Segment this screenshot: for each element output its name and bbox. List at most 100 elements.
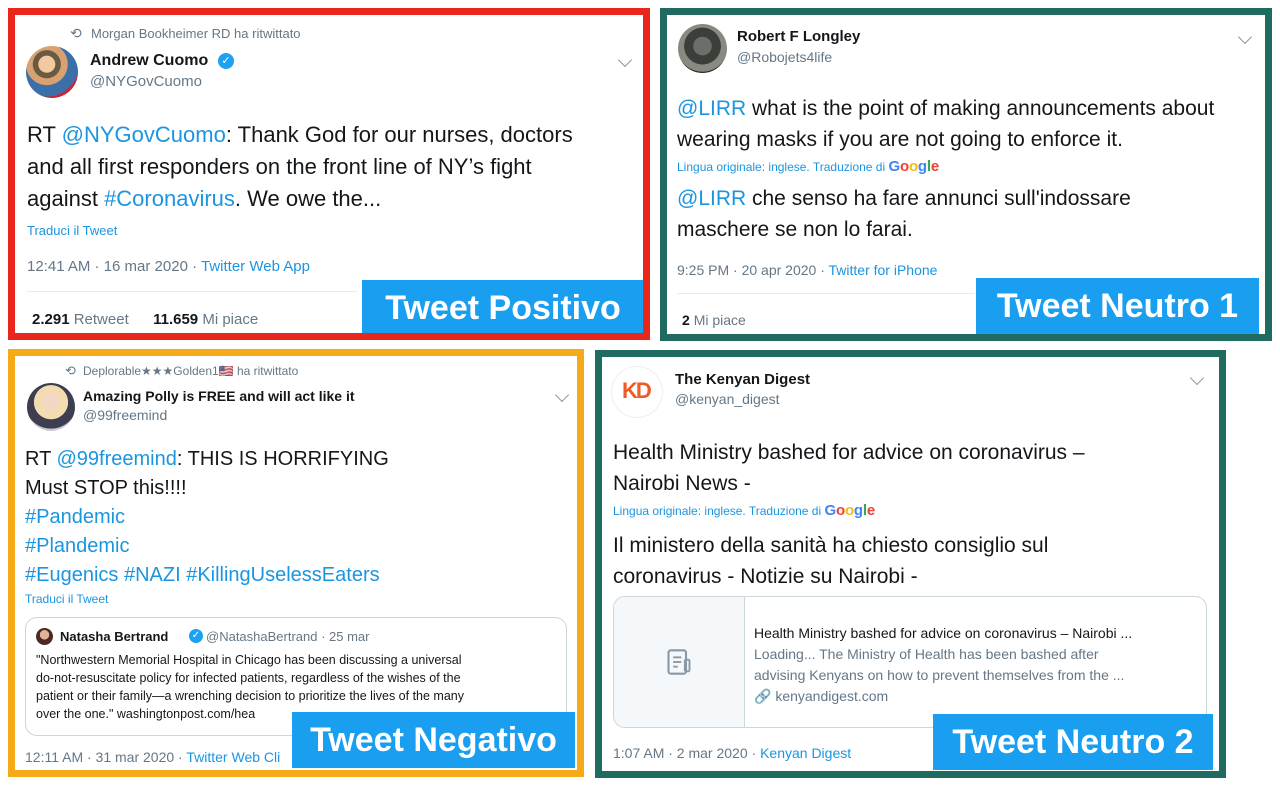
tweet-text: RT @NYGovCuomo: Thank God for our nurses… [27,119,573,215]
mention-link[interactable]: @LIRR [677,97,746,120]
retweet-icon: ⟲ [70,25,82,41]
author-handle[interactable]: @NYGovCuomo [90,73,202,90]
text-part: : Thank God for our nurses, doctors [225,122,573,147]
translated-text: @LIRR che senso ha fare annunci sull'ind… [677,183,1131,245]
link-card-description: Loading... The Ministry of Health has be… [754,646,1099,662]
likes-count[interactable]: 2 [682,312,690,328]
divider [27,291,357,292]
tweet-panel-positive: ⟲ Morgan Bookheimer RD ha ritwittato And… [8,8,650,340]
tweet-meta: 9:25 PM · 20 apr 2020 · Twitter for iPho… [677,262,937,278]
link-card-title: Health Ministry bashed for advice on cor… [754,625,1133,641]
chevron-down-icon[interactable] [1189,370,1205,386]
category-label: Tweet Neutro 1 [976,278,1259,334]
rt-prefix: RT [27,122,62,147]
quoted-author-name: Natasha Bertrand [60,629,169,644]
source-link[interactable]: Kenyan Digest [760,745,851,761]
quoted-avatar [36,628,53,645]
author-handle[interactable]: @Robojets4life [737,49,832,65]
source-link[interactable]: Twitter for iPhone [829,262,938,278]
source-link[interactable]: Twitter Web Cli [186,749,280,765]
category-label: Tweet Neutro 2 [933,714,1213,770]
author-handle[interactable]: @kenyan_digest [675,391,780,407]
hashtag-link[interactable]: #Pandemic [25,503,389,532]
original-language-text[interactable]: Lingua originale: inglese. Traduzione di [677,160,885,174]
tweet-text: RT @99freemind: THIS IS HORRIFYING Must … [25,445,389,590]
logo-text: KD [622,378,652,403]
avatar[interactable]: KD [611,366,663,418]
tweet-meta: 12:41 AM · 16 mar 2020 · Twitter Web App [27,258,310,275]
link-card[interactable]: Health Ministry bashed for advice on cor… [613,596,1207,728]
likes-label[interactable]: Mi piace [694,312,746,328]
mention-link[interactable]: @LIRR [677,187,746,210]
link-card-description: advising Kenyans on how to prevent thems… [754,667,1125,683]
text-line: Il ministero della sanità ha chiesto con… [613,534,1049,557]
text-part: what is the point of making announcement… [746,97,1215,120]
link-card-thumb [614,597,745,727]
translate-link[interactable]: Traduci il Tweet [25,592,108,606]
translation-notice: Lingua originale: inglese. Traduzione di… [677,159,939,175]
verified-badge-icon: ✓ [189,629,203,643]
text-line: Nairobi News - [613,472,751,495]
author-name[interactable]: Amazing Polly is FREE and will act like … [83,388,355,404]
hashtag-link[interactable]: #Coronavirus [104,186,235,211]
document-icon [667,649,691,675]
text-line: Must STOP this!!!! [25,477,187,499]
google-logo: Google [888,158,940,175]
tweet-card[interactable]: ⟲ Deplorable★★★Golden1🇺🇸 ha ritwittato A… [15,356,577,770]
google-logo: Google [824,502,876,519]
tweet-card[interactable]: KD The Kenyan Digest @kenyan_digest Heal… [602,357,1219,771]
tweet-panel-neutral-2: KD The Kenyan Digest @kenyan_digest Heal… [595,350,1226,778]
chevron-down-icon[interactable] [554,387,570,403]
mention-link[interactable]: @NYGovCuomo [62,122,226,147]
retweeted-by-text: Morgan Bookheimer RD ha ritwittato [91,26,301,41]
likes-count[interactable]: 11.659 [153,311,198,328]
author-name[interactable]: The Kenyan Digest [675,371,810,388]
tweet-stats: 2 Mi piace [682,312,746,328]
translated-text: Il ministero della sanità ha chiesto con… [613,530,1048,592]
mention-link[interactable]: @99freemind [57,448,177,470]
source-link[interactable]: Twitter Web App [201,258,310,275]
chevron-down-icon[interactable] [1237,29,1253,45]
tweet-stats: 2.291 Retweet 11.659 Mi piace [32,311,258,328]
category-label: Tweet Negativo [292,712,575,768]
text-part: . We owe the... [234,186,382,211]
divider [677,293,975,294]
link-icon: 🔗 [754,688,772,704]
likes-label[interactable]: Mi piace [202,311,258,328]
timestamp[interactable]: 12:11 AM · 31 mar 2020 · [25,749,186,765]
text-part: che senso ha fare annunci sull'indossare [746,187,1131,210]
text-line: maschere se non lo farai. [677,218,913,241]
timestamp[interactable]: 12:41 AM · 16 mar 2020 · [27,258,201,275]
retweets-label[interactable]: Retweet [74,311,129,328]
translate-link[interactable]: Traduci il Tweet [27,223,117,238]
avatar[interactable] [678,24,727,73]
timestamp[interactable]: 1:07 AM · 2 mar 2020 · [613,745,760,761]
text-line: wearing masks if you are not going to en… [677,128,1123,151]
retweets-count[interactable]: 2.291 [32,311,70,328]
chevron-down-icon[interactable] [617,52,633,68]
hashtag-link[interactable]: #Eugenics #NAZI #KillingUselessEaters [25,561,389,590]
text-line: coronavirus - Notizie su Nairobi - [613,565,918,588]
avatar[interactable] [26,46,78,98]
author-handle[interactable]: @99freemind [83,407,167,423]
hashtag-link[interactable]: #Plandemic [25,532,389,561]
tweet-panel-negative: ⟲ Deplorable★★★Golden1🇺🇸 ha ritwittato A… [8,349,584,777]
translation-notice: Lingua originale: inglese. Traduzione di… [613,503,875,519]
original-language-text[interactable]: Lingua originale: inglese. Traduzione di [613,504,821,518]
author-name[interactable]: Robert F Longley [737,28,860,45]
retweeted-by-text: Deplorable★★★Golden1🇺🇸 ha ritwittato [83,364,299,378]
link-card-text: Health Ministry bashed for advice on cor… [754,623,1132,707]
quoted-meta: @NatashaBertrand · 25 mar [206,629,370,644]
rt-prefix: RT [25,448,57,470]
text-part: : THIS IS HORRIFYING [176,448,389,470]
text-line: and all first responders on the front li… [27,154,532,179]
tweet-text: Health Ministry bashed for advice on cor… [613,437,1085,499]
avatar[interactable] [27,383,75,431]
author-name[interactable]: Andrew Cuomo [90,52,208,70]
tweet-text: @LIRR what is the point of making announ… [677,93,1214,155]
category-label: Tweet Positivo [362,280,643,333]
tweet-meta: 12:11 AM · 31 mar 2020 · Twitter Web Cli [25,749,280,765]
text-part: against [27,186,105,211]
tweet-panel-neutral-1: Robert F Longley @Robojets4life @LIRR wh… [660,8,1272,341]
timestamp[interactable]: 9:25 PM · 20 apr 2020 · [677,262,829,278]
